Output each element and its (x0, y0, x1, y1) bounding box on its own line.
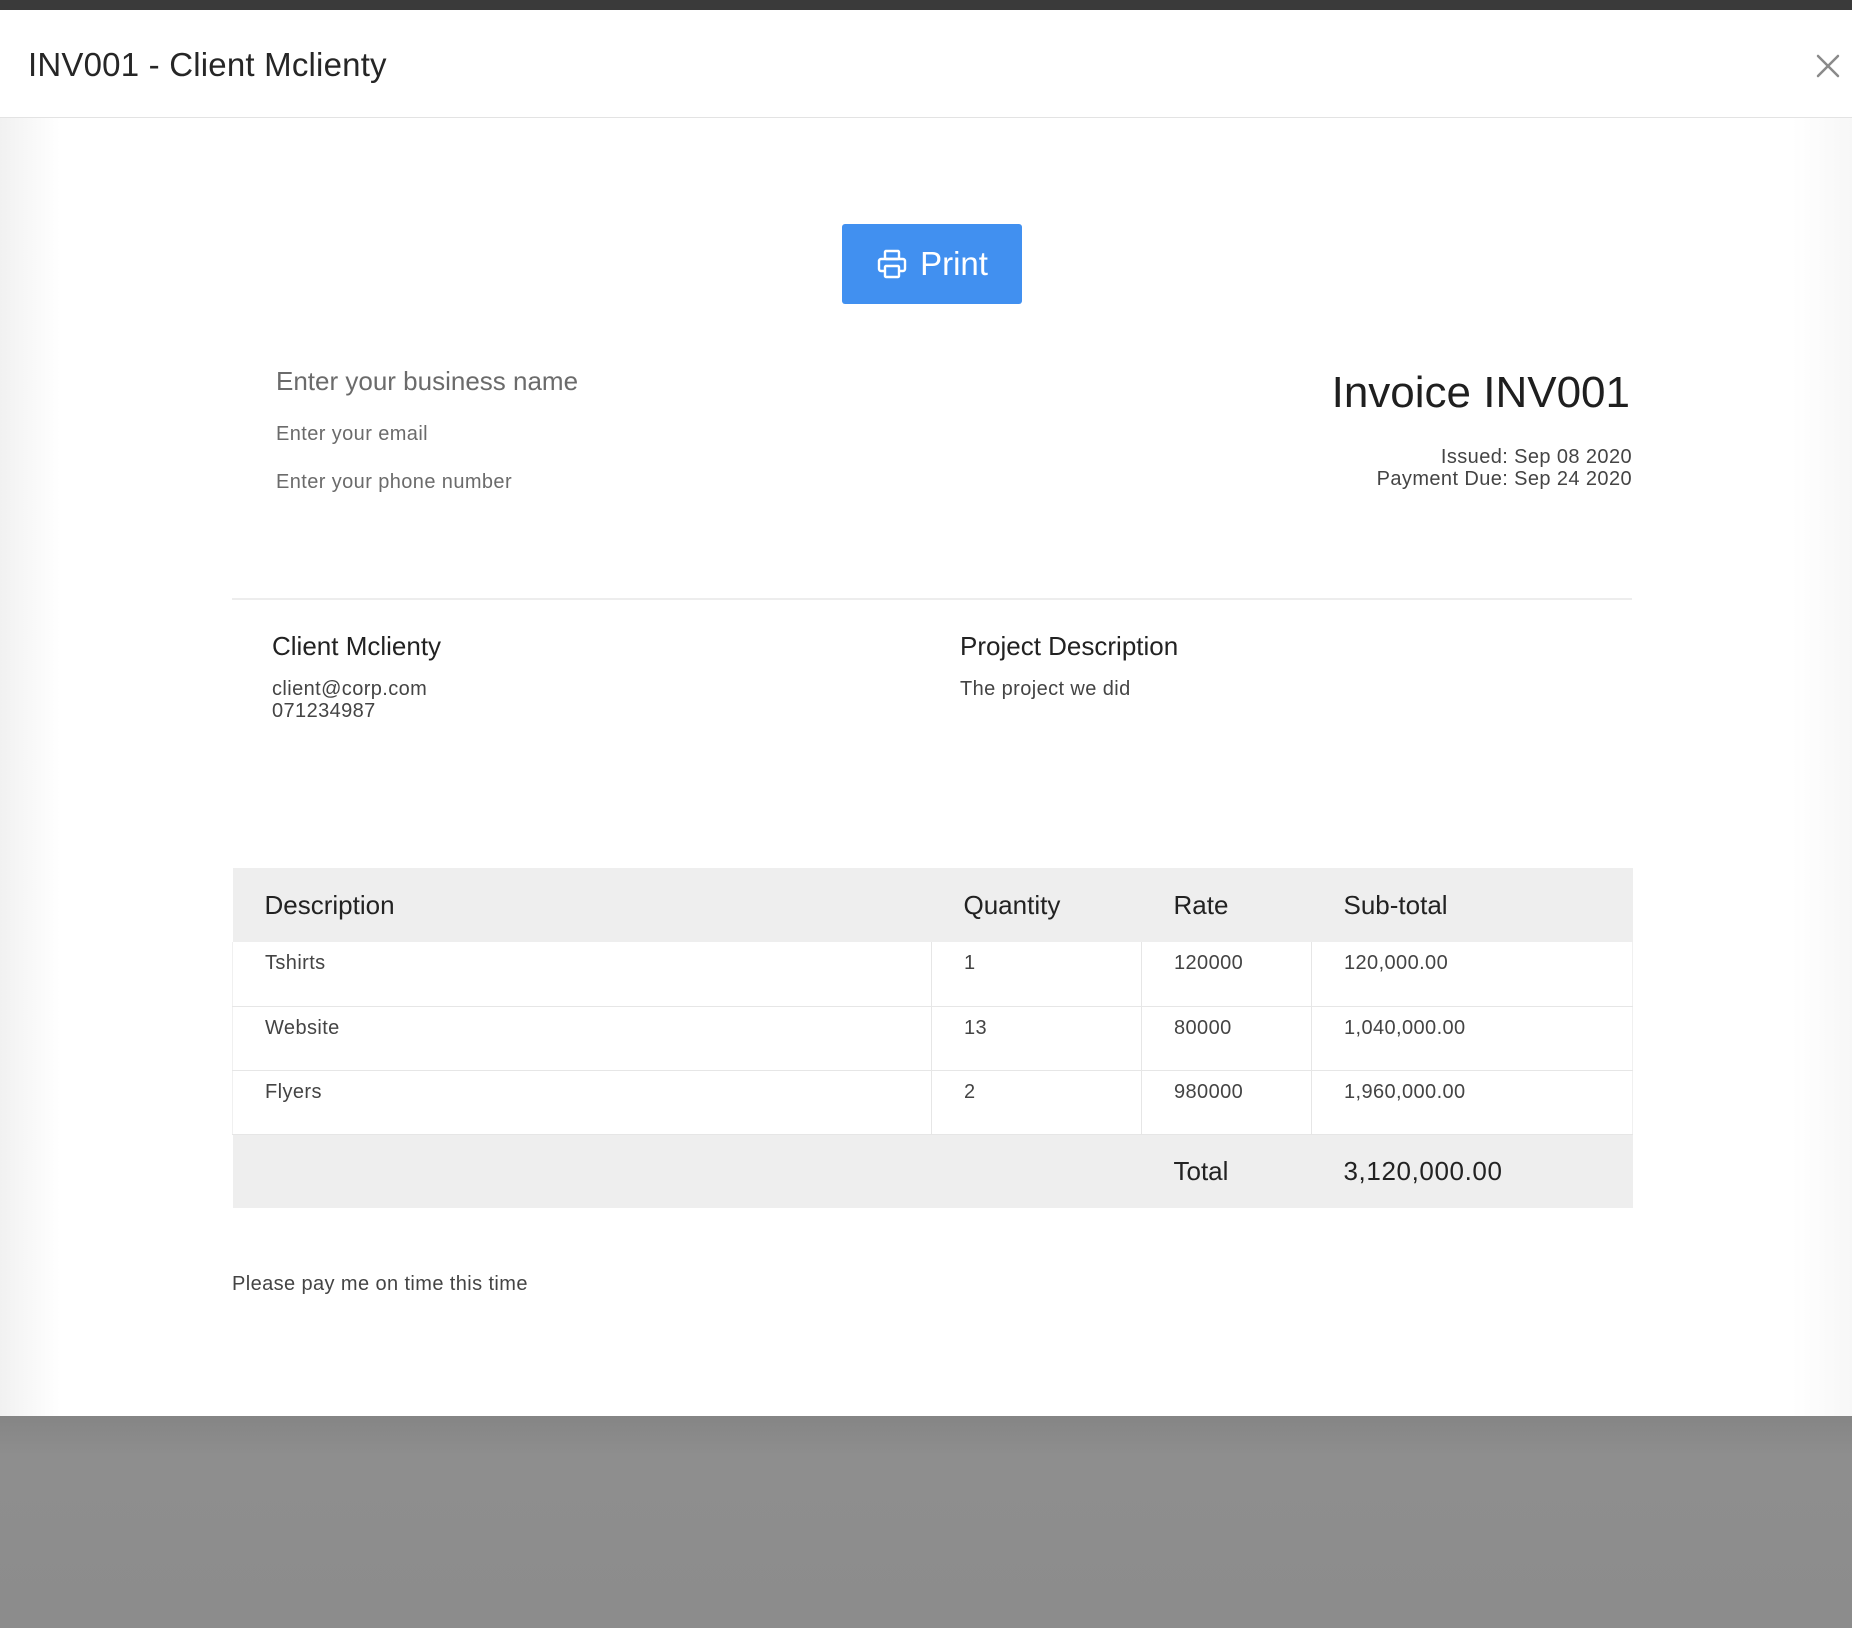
project-description-text: The project we did (960, 678, 1131, 700)
client-name: Client Mclienty (272, 631, 442, 661)
column-header-description: Description (264, 889, 395, 920)
client-phone: 071234987 (272, 700, 376, 722)
total-spacer (932, 1134, 1142, 1208)
invoice-title: Invoice INV001 (1331, 368, 1630, 417)
column-header-subtotal: Sub-total (1343, 889, 1448, 920)
table-row: Tshirts 1 120000 120,000.00 (232, 942, 1633, 1007)
section-divider (232, 598, 1632, 600)
print-button-label: Print (920, 245, 988, 282)
modal-header: INV001 - Client Mclienty (0, 10, 1852, 118)
table-header-row: Description Quantity Rate Sub-total (232, 868, 1633, 942)
total-spacer (233, 1134, 932, 1208)
modal-title: INV001 - Client Mclienty (28, 46, 387, 83)
table-row: Flyers 2 980000 1,960,000.00 (232, 1070, 1633, 1135)
cell-quantity: 13 (931, 1006, 1142, 1071)
cell-subtotal: 1,040,000.00 (1311, 1006, 1633, 1071)
cell-description: Website (232, 1006, 932, 1071)
modal-backdrop[interactable] (0, 1416, 1852, 1628)
business-phone-input[interactable]: Enter your phone number (276, 471, 512, 494)
cell-quantity: 2 (931, 1070, 1142, 1135)
printer-icon (876, 248, 908, 280)
business-email-input[interactable]: Enter your email (276, 423, 428, 446)
cell-rate: 80000 (1141, 1006, 1312, 1071)
close-icon[interactable] (1812, 50, 1844, 82)
cell-quantity: 1 (931, 942, 1142, 1007)
total-label: Total (1173, 1155, 1229, 1186)
line-items-table: Description Quantity Rate Sub-total Tshi… (232, 868, 1633, 1208)
payment-due-date: Payment Due: Sep 24 2020 (1376, 468, 1632, 490)
invoice-notes: Please pay me on time this time (232, 1273, 528, 1295)
column-header-rate: Rate (1173, 889, 1229, 920)
column-header-quantity: Quantity (963, 889, 1061, 920)
cell-description: Tshirts (232, 942, 932, 1007)
issued-date: Issued: Sep 08 2020 (1440, 446, 1632, 468)
client-email: client@corp.com (272, 678, 428, 700)
cell-rate: 120000 (1141, 942, 1312, 1007)
cell-description: Flyers (232, 1070, 932, 1135)
business-name-input[interactable]: Enter your business name (276, 366, 578, 397)
browser-top-strip (0, 0, 1852, 10)
print-button[interactable]: Print (842, 224, 1022, 304)
cell-subtotal: 1,960,000.00 (1311, 1070, 1633, 1135)
cell-subtotal: 120,000.00 (1311, 942, 1633, 1007)
cell-rate: 980000 (1141, 1070, 1312, 1135)
total-row: Total 3,120,000.00 (232, 1134, 1633, 1208)
modal-body: Print Enter your business name Enter you… (0, 118, 1852, 1416)
invoice-modal: INV001 - Client Mclienty Print Enter you… (0, 10, 1852, 1416)
project-description-heading: Project Description (960, 631, 1179, 661)
table-row: Website 13 80000 1,040,000.00 (232, 1006, 1633, 1071)
total-value: 3,120,000.00 (1343, 1155, 1503, 1186)
